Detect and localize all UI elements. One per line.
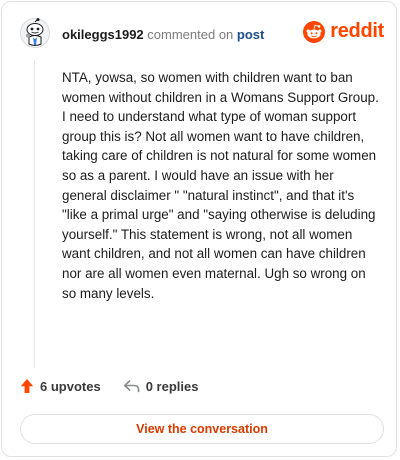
view-conversation-button[interactable]: View the conversation [20,414,384,444]
comment-body: NTA, yowsa, so women with children want … [62,70,379,301]
reply-arrow-icon [123,380,139,393]
reply-count: 0 replies [145,378,199,394]
upvote-count: 6 upvotes [40,378,101,394]
action-text: commented on [147,27,234,42]
snoo-avatar-icon [20,18,50,48]
avatar[interactable] [20,18,50,48]
reply-button[interactable]: 0 replies [123,378,199,394]
thread-line [34,60,35,368]
post-link[interactable]: post [237,27,264,42]
reddit-alien-icon [303,20,326,43]
comment-header: okileggs1992 commented on post [62,26,264,44]
reddit-wordmark: reddit [330,20,384,42]
username-link[interactable]: okileggs1992 [62,27,144,42]
reddit-logo[interactable]: reddit [303,20,384,43]
upvote-button[interactable]: 6 upvotes [20,378,101,394]
upvote-arrow-icon [20,379,34,393]
comment-actions: 6 upvotes 0 replies [20,378,198,394]
comment-embed-card: okileggs1992 commented on post reddit NT… [1,1,397,457]
